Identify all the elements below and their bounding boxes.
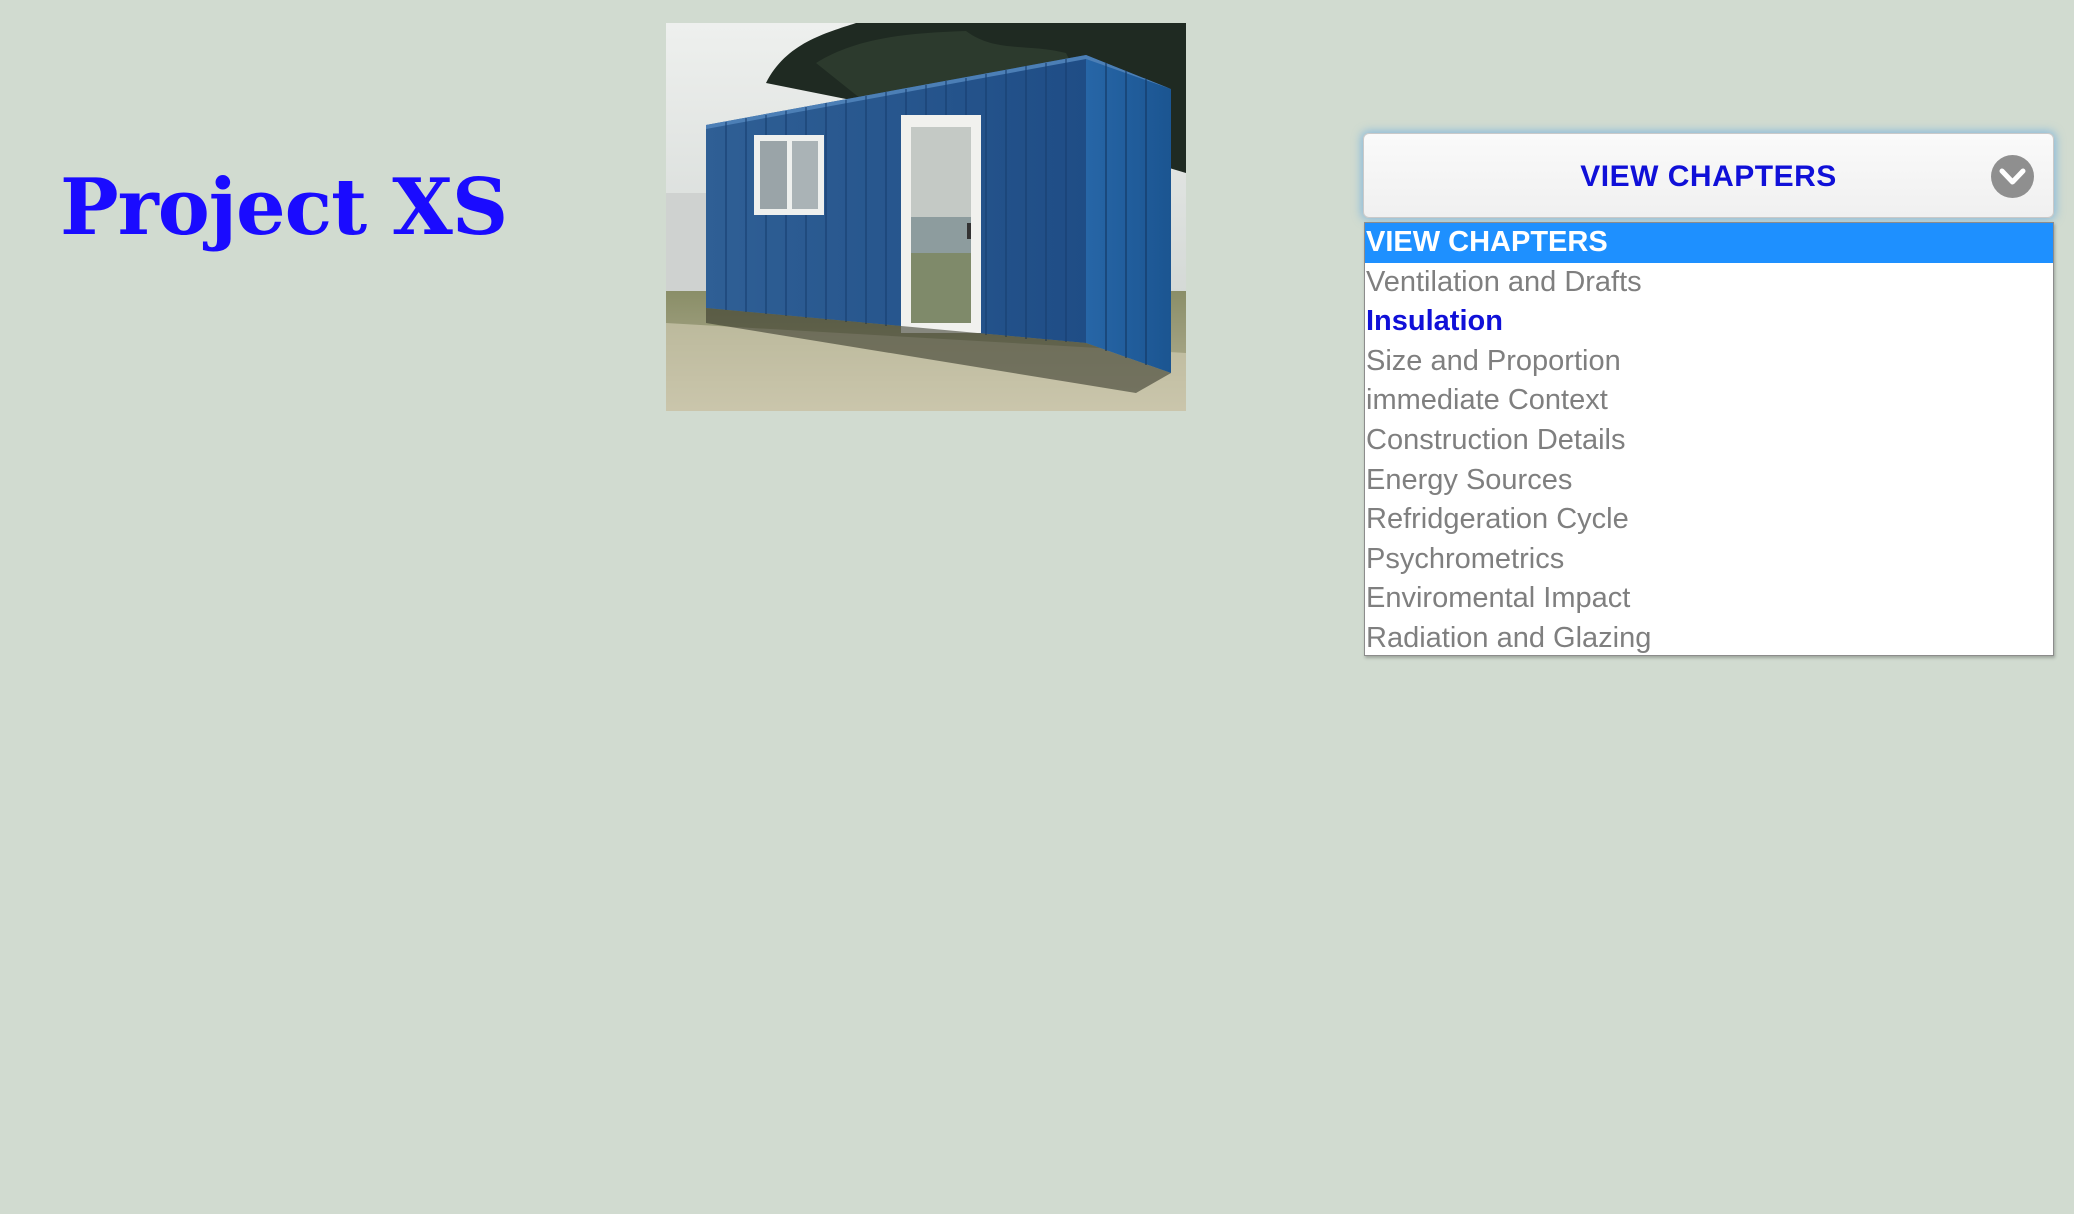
chapter-option[interactable]: Ventilation and Drafts [1365,263,2053,303]
chapter-option[interactable]: VIEW CHAPTERS [1365,223,2053,263]
page: Project XS VIEW CHAPTERS VIEW CHAPTERS V… [0,0,2074,1214]
chapters-select[interactable]: VIEW CHAPTERS [1363,133,2054,218]
chapter-option[interactable]: Construction Details [1365,421,2053,461]
chapter-option[interactable]: Size and Proportion [1365,342,2053,382]
chapter-option[interactable]: Psychrometrics [1365,540,2053,580]
chapters-dropdown-list: VIEW CHAPTERS Ventilation and Drafts Ins… [1364,222,2054,656]
chapters-select-value: VIEW CHAPTERS [1580,160,1837,193]
hero-image [666,23,1186,411]
chapter-option[interactable]: Insulation [1365,302,2053,342]
chapter-option[interactable]: Enviromental Impact [1365,579,2053,619]
chapter-option[interactable]: Refridgeration Cycle [1365,500,2053,540]
chevron-down-icon [1991,155,2034,198]
chapter-option[interactable]: immediate Context [1365,381,2053,421]
chapter-option[interactable]: Energy Sources [1365,461,2053,501]
site-title: Project XS [60,162,508,253]
chapter-option[interactable]: Radiation and Glazing [1365,619,2053,659]
